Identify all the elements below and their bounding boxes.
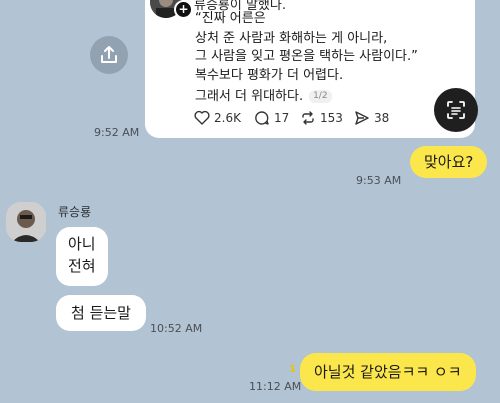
- unread-count: 1: [289, 364, 296, 375]
- their-message-bubble-1[interactable]: 아니 전혀: [56, 227, 108, 286]
- send-icon: [355, 111, 369, 125]
- share-stat[interactable]: 38: [354, 110, 389, 126]
- follow-plus-icon[interactable]: +: [174, 0, 193, 19]
- like-count: 2.6K: [214, 110, 241, 125]
- post-text-line-5: 그래서 더 위대하다. 1/2: [195, 88, 332, 106]
- post-text-line-2: 상처 준 사람과 화해하는 게 아니라,: [195, 31, 388, 46]
- post-text-line-1: “진짜 어른은: [195, 11, 266, 26]
- comment-stat[interactable]: 17: [254, 110, 289, 126]
- reply-line-1: 아니: [68, 235, 96, 253]
- post-text-line-4: 복수보다 평화가 더 어렵다.: [195, 68, 344, 83]
- post-text-line-5-text: 그래서 더 위대하다.: [195, 89, 304, 104]
- repost-icon: [302, 111, 314, 125]
- post-text-line-3: 그 사람을 잊고 평온을 택하는 사람이다.”: [195, 49, 418, 64]
- my-message-timestamp: 9:53 AM: [356, 174, 402, 187]
- my-message-2-timestamp: 11:12 AM: [249, 380, 302, 393]
- comment-count: 17: [274, 111, 290, 125]
- comment-icon: [255, 111, 269, 125]
- share-icon: [101, 46, 117, 63]
- share-count: 38: [374, 111, 390, 125]
- page-indicator: 1/2: [309, 90, 332, 103]
- scan-text-icon: [447, 101, 465, 119]
- shared-post-timestamp: 9:52 AM: [94, 126, 140, 139]
- sender-name: 류승룡: [58, 205, 92, 219]
- their-message-bubble-2[interactable]: 첨 듣는말: [56, 295, 146, 331]
- sender-avatar[interactable]: [6, 202, 46, 242]
- scan-text-button[interactable]: [434, 88, 478, 132]
- reply-line-2: 전혀: [68, 257, 96, 275]
- their-message-timestamp: 10:52 AM: [150, 322, 203, 335]
- forward-button[interactable]: [90, 36, 128, 74]
- heart-icon: [194, 110, 210, 125]
- repost-count: 153: [320, 111, 343, 125]
- my-message-bubble-2[interactable]: 아닐것 같았음ㅋㅋ ㅇㅋ: [300, 353, 476, 391]
- repost-stat[interactable]: 153: [300, 110, 343, 126]
- like-stat[interactable]: 2.6K: [194, 110, 241, 125]
- my-message-bubble[interactable]: 맞아요?: [410, 146, 488, 178]
